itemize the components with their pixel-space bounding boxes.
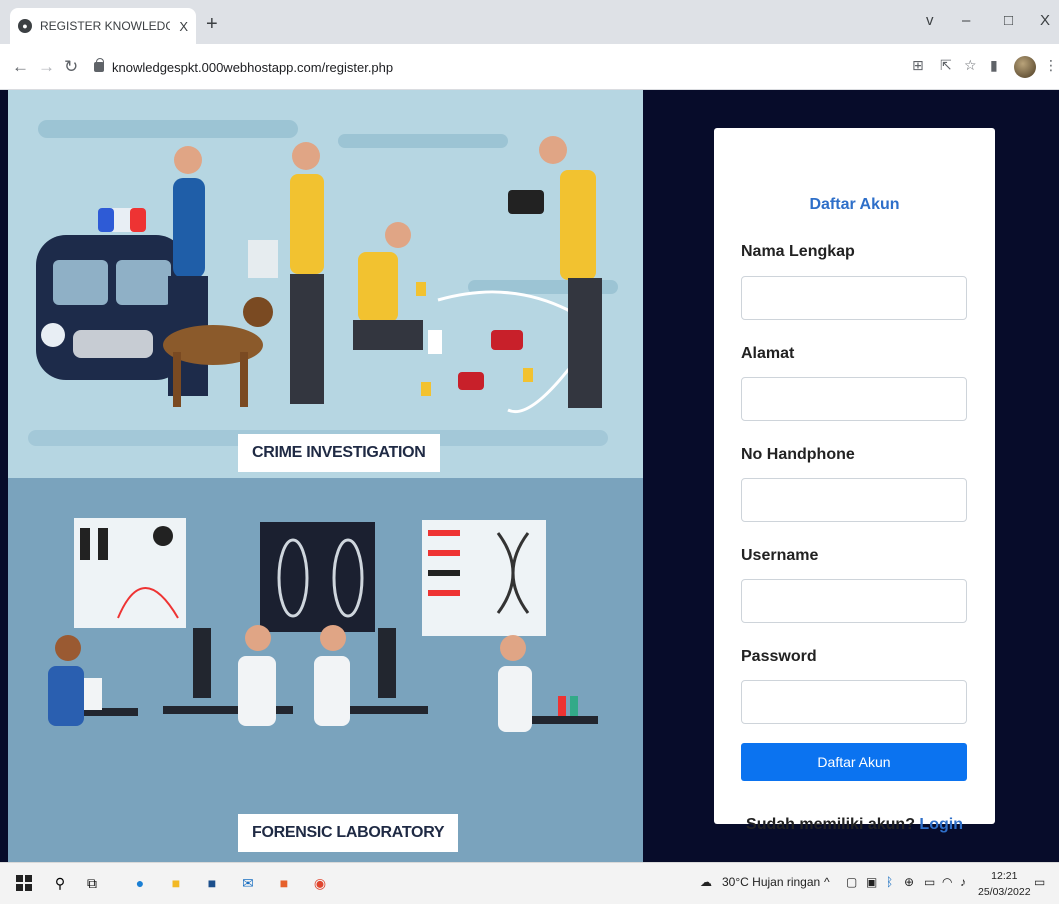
side-panel-icon[interactable]: ▮ [990,57,998,74]
reload-icon[interactable]: ↻ [64,57,78,77]
tray-app-icon[interactable]: ▣ [866,875,877,889]
windows-start-icon[interactable] [14,873,34,893]
back-arrow-icon[interactable]: ← [12,57,29,77]
bookmark-star-icon[interactable]: ☆ [964,57,977,74]
register-submit-button[interactable]: Daftar Akun [741,743,967,781]
tab-close-icon[interactable]: X [179,19,188,34]
windows-taskbar: ⚲ ⧉ ● ■ ■ ✉ ■ ◉ ☁ 30°C Hujan ringan ^ ▢ … [0,862,1059,904]
chrome-icon[interactable]: ◉ [310,873,330,893]
menu-kebab-icon[interactable]: ⋮ [1044,57,1058,74]
system-clock[interactable]: 12:21 25/03/2022 [978,868,1031,900]
full-name-input[interactable] [741,276,967,320]
phone-label: No Handphone [741,446,855,463]
share-icon[interactable]: ⇱ [940,57,952,74]
full-name-label: Nama Lengkap [741,243,855,260]
login-prompt-text: Sudah memiliki akun? [746,816,915,833]
form-title: Daftar Akun [809,196,900,213]
mail-icon[interactable]: ✉ [238,873,258,893]
volume-icon[interactable]: ♪ [960,875,966,889]
forensic-laboratory-panel: FORENSIC LABORATORY [8,478,643,862]
task-view-icon[interactable]: ⧉ [82,873,102,893]
tray-app-icon[interactable]: ▢ [846,875,857,889]
url-text[interactable]: knowledgespkt.000webhostapp.com/register… [112,60,393,75]
login-link[interactable]: Login [919,816,963,833]
address-label: Alamat [741,345,795,362]
maximize-button[interactable]: □ [1004,12,1013,29]
notification-icon[interactable]: ▭ [1034,875,1045,889]
crime-scene-illustration [28,120,618,446]
new-tab-button[interactable]: + [206,14,218,34]
forward-arrow-icon[interactable]: → [38,57,55,77]
hero-illustration: CRIME INVESTIGATION FORENSIC LABORATORY [8,90,643,862]
tray-expand-icon[interactable]: ^ [824,875,830,889]
address-bar: ← → ↻ knowledgespkt.000webhostapp.com/re… [0,44,1059,90]
register-card: Daftar Akun Nama Lengkap Alamat No Handp… [714,128,995,833]
forensic-laboratory-label: FORENSIC LABORATORY [238,814,459,852]
bluetooth-icon[interactable]: ᛒ [886,875,893,889]
url-omnibox[interactable]: knowledgespkt.000webhostapp.com/register… [90,52,890,82]
network-icon[interactable]: ⊕ [904,875,914,889]
browser-tab-bar: ● REGISTER KNOWLEDGE MANAGE X + v – □ X [0,0,1059,44]
office-app-icon[interactable]: ■ [274,873,294,893]
minimize-button[interactable]: – [962,12,970,29]
weather-icon[interactable]: ☁ [700,875,712,889]
browser-tab[interactable]: ● REGISTER KNOWLEDGE MANAGE X [10,8,196,44]
edge-browser-icon[interactable]: ● [130,873,150,893]
username-input[interactable] [741,579,967,623]
weather-text[interactable]: 30°C Hujan ringan [722,875,820,889]
search-icon[interactable]: ⚲ [50,873,70,893]
clock-date: 25/03/2022 [978,886,1031,898]
store-icon[interactable]: ■ [202,873,222,893]
battery-icon[interactable]: ▭ [924,875,935,889]
login-prompt: Sudah memiliki akun? Login [714,816,995,834]
profile-avatar[interactable] [1014,56,1036,78]
crime-investigation-label: CRIME INVESTIGATION [238,434,440,472]
translate-icon[interactable]: ⊞ [912,57,924,74]
forensic-lab-illustration [48,518,598,732]
username-label: Username [741,547,819,564]
crime-investigation-panel: CRIME INVESTIGATION [8,90,643,478]
lock-icon[interactable] [94,58,104,72]
close-window-button[interactable]: X [1040,12,1050,29]
clock-time: 12:21 [991,870,1018,882]
tab-title: REGISTER KNOWLEDGE MANAGE [40,19,170,33]
globe-icon: ● [18,19,32,33]
password-input[interactable] [741,680,967,724]
password-label: Password [741,648,817,665]
wifi-icon[interactable]: ◠ [942,875,952,889]
page-viewport: CRIME INVESTIGATION FORENSIC LABORATORY … [0,90,1059,862]
phone-input[interactable] [741,478,967,522]
tab-search-chevron-icon[interactable]: v [926,12,934,29]
address-input[interactable] [741,377,967,421]
file-explorer-icon[interactable]: ■ [166,873,186,893]
